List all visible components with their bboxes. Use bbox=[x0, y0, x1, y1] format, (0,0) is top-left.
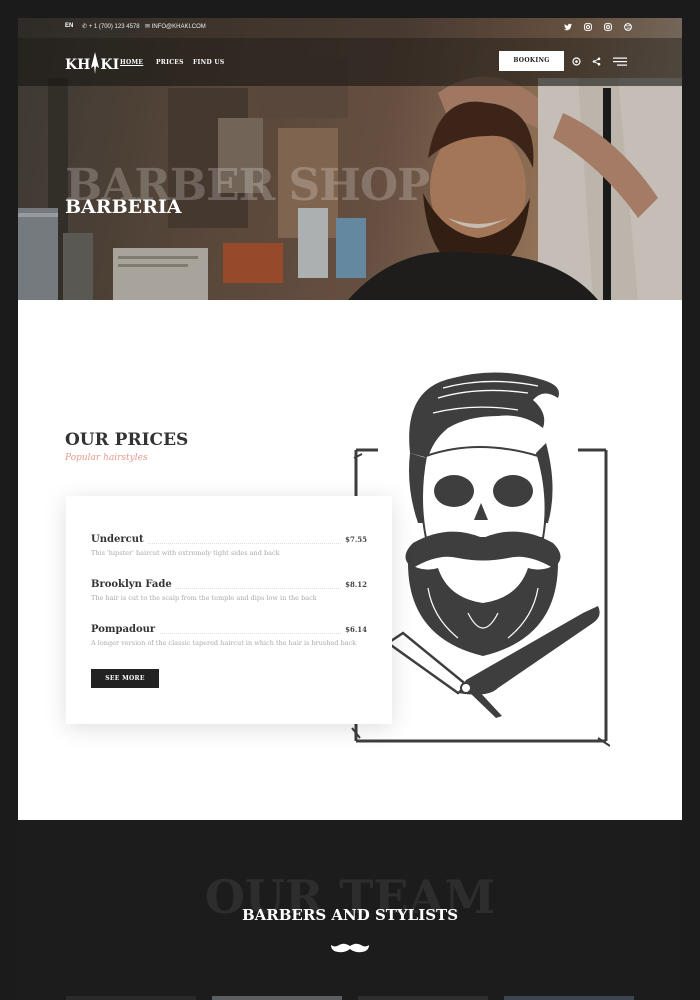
main-navbar: KH KI HOME PRICES FIND US BOOKING bbox=[18, 38, 682, 86]
team-section: OUR TEAM BARBERS AND STYLISTS bbox=[18, 820, 682, 1000]
mustache-icon bbox=[331, 943, 369, 953]
price-item-description: The hair is cut to the scalp from the te… bbox=[91, 594, 317, 602]
phone-link[interactable]: ✆ + 1 (700) 123 4578 bbox=[82, 23, 140, 30]
twitter-icon[interactable] bbox=[564, 23, 572, 31]
team-member-photo bbox=[358, 996, 488, 1000]
price-list-card: Undercut $7.55 This 'hipster' haircut wi… bbox=[66, 496, 392, 724]
hero-section: EN ✆ + 1 (700) 123 4578 ✉ INFO@KHAKI.COM… bbox=[18, 18, 682, 300]
dribbble-icon[interactable] bbox=[624, 23, 632, 31]
email-address: INFO@KHAKI.COM bbox=[151, 24, 206, 30]
team-member-photo bbox=[66, 996, 196, 1000]
price-item-name: Pompadour bbox=[91, 624, 160, 635]
price-item-description: A longer version of the classic tapered … bbox=[91, 639, 357, 647]
price-item-price: $6.14 bbox=[341, 625, 367, 634]
instagram-icon[interactable] bbox=[584, 23, 592, 31]
price-item-description: This 'hipster' haircut with extremely ti… bbox=[91, 549, 280, 557]
team-member-photo bbox=[212, 996, 342, 1000]
prices-subtitle: Popular hairstyles bbox=[65, 453, 148, 463]
page: EN ✆ + 1 (700) 123 4578 ✉ INFO@KHAKI.COM… bbox=[18, 18, 682, 1000]
team-title: BARBERS AND STYLISTS bbox=[241, 906, 459, 924]
nav-link-prices[interactable]: PRICES bbox=[156, 59, 184, 66]
hero-title: BARBERIA bbox=[65, 196, 182, 218]
booking-button[interactable]: BOOKING bbox=[499, 51, 564, 71]
nav-link-home[interactable]: HOME bbox=[120, 59, 143, 66]
instagram-icon[interactable] bbox=[604, 23, 612, 31]
site-logo[interactable]: KH KI bbox=[65, 52, 119, 74]
menu-icon[interactable] bbox=[613, 57, 627, 67]
team-member-photo bbox=[504, 996, 634, 1000]
phone-number: + 1 (700) 123 4578 bbox=[88, 24, 140, 30]
top-bar: EN ✆ + 1 (700) 123 4578 ✉ INFO@KHAKI.COM bbox=[18, 18, 682, 38]
price-item-name: Brooklyn Fade bbox=[91, 579, 176, 590]
prices-section: OUR PRICES Popular hairstyles Undercut $… bbox=[18, 300, 682, 820]
prices-title: OUR PRICES bbox=[65, 430, 189, 450]
nav-link-find-us[interactable]: FIND US bbox=[193, 59, 225, 66]
price-item-price: $8.12 bbox=[341, 580, 367, 589]
settings-icon[interactable] bbox=[571, 57, 581, 67]
email-link[interactable]: ✉ INFO@KHAKI.COM bbox=[145, 23, 206, 30]
share-icon[interactable] bbox=[591, 57, 601, 67]
price-item-name: Undercut bbox=[91, 534, 148, 545]
language-selector[interactable]: EN bbox=[65, 23, 73, 29]
logo-text-left: KH bbox=[65, 57, 91, 73]
price-item-price: $7.55 bbox=[341, 535, 367, 544]
logo-text-right: KI bbox=[100, 57, 120, 73]
razor-logo-icon bbox=[91, 52, 100, 74]
see-more-button[interactable]: SEE MORE bbox=[91, 669, 159, 688]
